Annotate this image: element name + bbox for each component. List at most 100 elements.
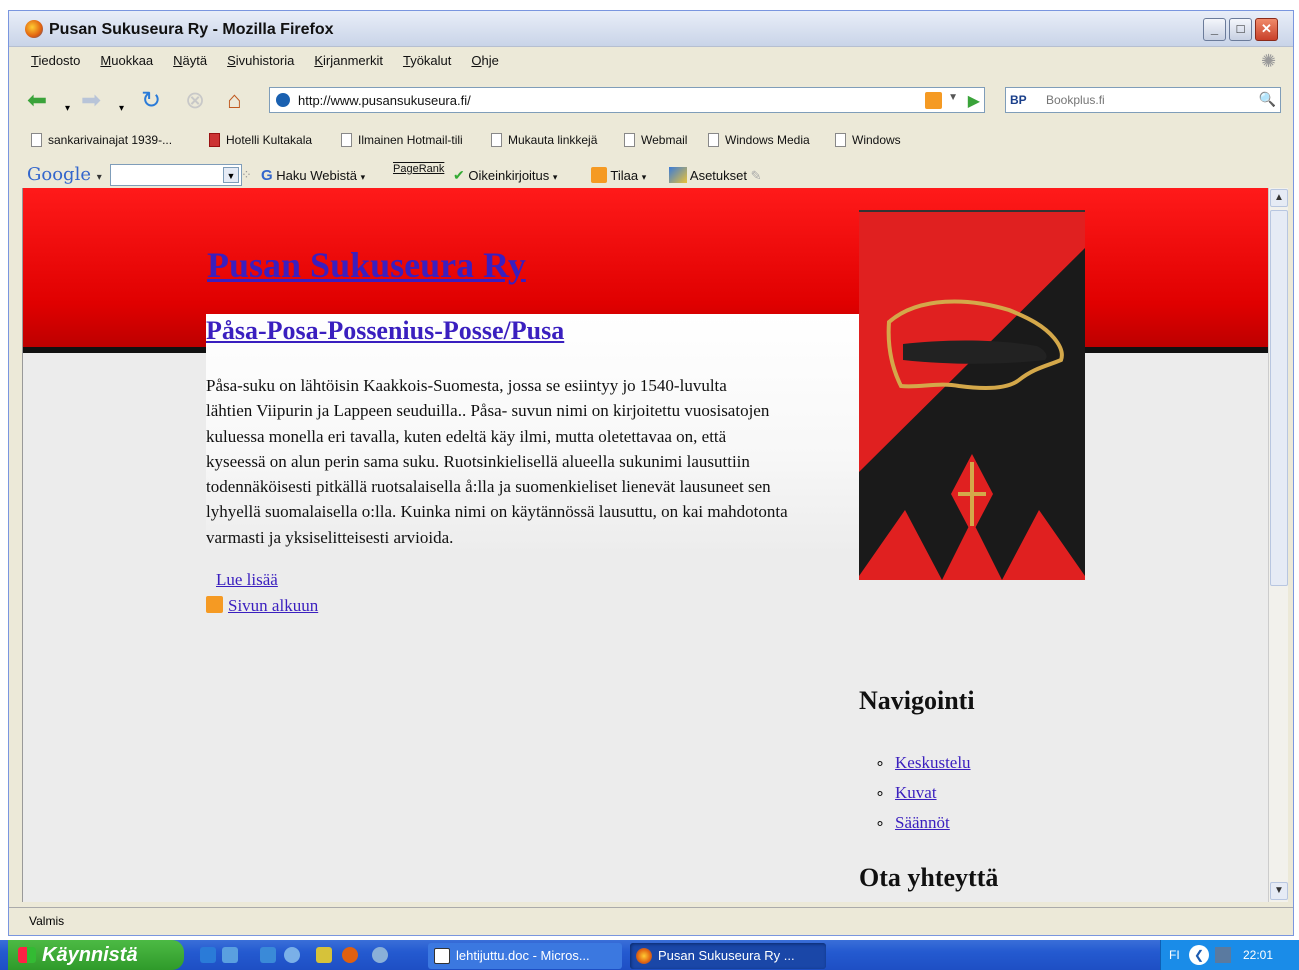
- page-viewport: Pusan Sukuseura Ry Påsa-Posa-Possenius-P…: [22, 188, 1268, 902]
- menu-history[interactable]: Sivuhistoria: [217, 51, 304, 73]
- home-icon[interactable]: ⌂: [227, 89, 242, 113]
- history-dropdown-icon[interactable]: ▼: [948, 92, 958, 103]
- site-favicon-icon: [276, 93, 290, 107]
- google-toolbar: Google ▾ ▼ ⁘ G Haku Webistä ▾ PageRank ✔…: [9, 161, 1293, 189]
- back-to-top-link[interactable]: Sivun alkuun: [228, 596, 318, 615]
- scroll-up-icon[interactable]: ▲: [1270, 189, 1288, 207]
- ie-icon[interactable]: [200, 947, 216, 963]
- read-more-link[interactable]: Lue lisää: [216, 570, 278, 590]
- subscribe-button[interactable]: Tilaa ▾: [591, 167, 646, 183]
- reload-icon[interactable]: ↻: [141, 89, 161, 113]
- menu-bookmarks[interactable]: Kirjanmerkit: [304, 51, 393, 73]
- spellcheck-icon: ✔: [453, 167, 465, 183]
- search-input[interactable]: [1046, 91, 1246, 109]
- bookmark-item[interactable]: Mukauta linkkejä: [491, 133, 597, 147]
- nav-item-kuvat[interactable]: Kuvat: [889, 778, 971, 808]
- back-dropdown-icon[interactable]: ▾: [65, 97, 70, 121]
- page-icon: [708, 133, 719, 147]
- page-icon: [624, 133, 635, 147]
- maximize-button[interactable]: □: [1229, 18, 1252, 41]
- nav-heading: Navigointi: [859, 686, 975, 715]
- spellcheck-button[interactable]: ✔ Oikeinkirjoitus ▾: [453, 167, 557, 184]
- rss-feed-icon[interactable]: [925, 92, 942, 109]
- pagerank-indicator[interactable]: PageRank: [393, 163, 444, 175]
- window-title: Pusan Sukuseura Ry - Mozilla Firefox: [49, 21, 334, 38]
- article-heading-link[interactable]: Påsa-Posa-Possenius-Posse/Pusa: [206, 316, 564, 346]
- rss-icon: [591, 167, 607, 183]
- search-box[interactable]: BP 🔍: [1005, 87, 1281, 113]
- page-icon: [491, 133, 502, 147]
- taskbar-word-document[interactable]: lehtijuttu.doc - Micros...: [428, 943, 622, 969]
- word-doc-icon: [434, 948, 450, 964]
- settings-button[interactable]: Asetukset ✎: [669, 167, 762, 184]
- quicklaunch-icon[interactable]: [260, 947, 276, 963]
- forward-icon[interactable]: ➡: [81, 89, 101, 113]
- network-icon[interactable]: [1215, 947, 1231, 963]
- minimize-button[interactable]: _: [1203, 18, 1226, 41]
- menu-tools[interactable]: Työkalut: [393, 51, 461, 73]
- contact-heading: Ota yhteyttä: [859, 863, 999, 892]
- tray-expand-icon[interactable]: ❮: [1189, 945, 1209, 965]
- title-bar[interactable]: Pusan Sukuseura Ry - Mozilla Firefox _ □…: [9, 11, 1293, 47]
- search-engine-label[interactable]: BP: [1010, 93, 1027, 107]
- quicklaunch-icon[interactable]: [316, 947, 332, 963]
- settings-icon: [669, 167, 687, 183]
- system-tray: FI ❮ 22:01: [1160, 940, 1299, 970]
- go-icon[interactable]: ▶: [968, 91, 980, 111]
- quicklaunch-icon[interactable]: [284, 947, 300, 963]
- back-icon[interactable]: ⬅: [27, 89, 47, 113]
- rss-icon: [206, 596, 223, 613]
- quicklaunch-icon[interactable]: [222, 947, 238, 963]
- menu-file[interactable]: Tiedosto: [21, 51, 90, 73]
- nav-list: Keskustelu Kuvat Säännöt: [889, 748, 971, 838]
- bookmark-item[interactable]: Windows Media: [708, 133, 810, 147]
- article-body: Påsa-suku on lähtöisin Kaakkois-Suomesta…: [206, 376, 788, 547]
- address-bar[interactable]: http://www.pusansukuseura.fi/ ▼ ▶: [269, 87, 985, 113]
- status-text: Valmis: [29, 914, 65, 928]
- stop-icon[interactable]: ⊗: [185, 89, 205, 113]
- page-icon: [835, 133, 846, 147]
- forward-dropdown-icon[interactable]: ▾: [119, 97, 124, 121]
- family-crest-banner: [859, 210, 1085, 580]
- separator-icon: ⁘: [241, 167, 252, 182]
- scroll-down-icon[interactable]: ▼: [1270, 882, 1288, 900]
- google-g-icon: G: [261, 167, 273, 184]
- bookmark-item[interactable]: Webmail: [624, 133, 687, 147]
- close-button[interactable]: ✕: [1255, 18, 1278, 41]
- nav-item-keskustelu[interactable]: Keskustelu: [889, 748, 971, 778]
- quicklaunch-icon[interactable]: [372, 947, 388, 963]
- bookmarks-toolbar: sankarivainajat 1939-... Hotelli Kultaka…: [9, 127, 1293, 153]
- pencil-icon: ✎: [750, 168, 762, 183]
- menu-edit[interactable]: Muokkaa: [90, 51, 163, 73]
- clock[interactable]: 22:01: [1243, 948, 1273, 962]
- menu-bar: Tiedosto Muokkaa Näytä Sivuhistoria Kirj…: [21, 51, 509, 73]
- bookmark-item[interactable]: Windows: [835, 133, 901, 147]
- search-web-button[interactable]: G Haku Webistä ▾: [261, 167, 365, 184]
- menu-help[interactable]: Ohje: [461, 51, 508, 73]
- back-to-top[interactable]: Sivun alkuun: [206, 596, 318, 616]
- language-indicator[interactable]: FI: [1169, 948, 1180, 962]
- search-icon[interactable]: 🔍: [1259, 91, 1276, 108]
- google-logo[interactable]: Google ▾: [27, 164, 102, 185]
- menu-view[interactable]: Näytä: [163, 51, 217, 73]
- throbber-icon: ✺: [1261, 51, 1277, 71]
- page-icon: [31, 133, 42, 147]
- windows-flag-icon: [18, 947, 36, 963]
- taskbar-firefox-window[interactable]: Pusan Sukuseura Ry ...: [630, 943, 826, 969]
- nav-item-saannot[interactable]: Säännöt: [889, 808, 971, 838]
- taskbar: Käynnistä lehtijuttu.doc - Micros... Pus…: [0, 940, 1299, 970]
- address-url[interactable]: http://www.pusansukuseura.fi/: [298, 93, 471, 108]
- firefox-icon: [25, 20, 43, 38]
- status-bar: Valmis: [9, 907, 1293, 935]
- site-title-link[interactable]: Pusan Sukuseura Ry: [207, 244, 526, 286]
- bookmark-item[interactable]: Ilmainen Hotmail-tili: [341, 133, 463, 147]
- firefox-quicklaunch-icon[interactable]: [342, 947, 358, 963]
- hotel-icon: [209, 133, 220, 147]
- google-search-combo[interactable]: ▼: [110, 164, 242, 186]
- bookmark-item[interactable]: Hotelli Kultakala: [209, 133, 312, 147]
- scroll-thumb[interactable]: [1270, 210, 1288, 586]
- bookmark-item[interactable]: sankarivainajat 1939-...: [31, 133, 172, 147]
- start-button[interactable]: Käynnistä: [8, 940, 184, 970]
- page-icon: [341, 133, 352, 147]
- vertical-scrollbar[interactable]: ▲ ▼: [1268, 188, 1288, 902]
